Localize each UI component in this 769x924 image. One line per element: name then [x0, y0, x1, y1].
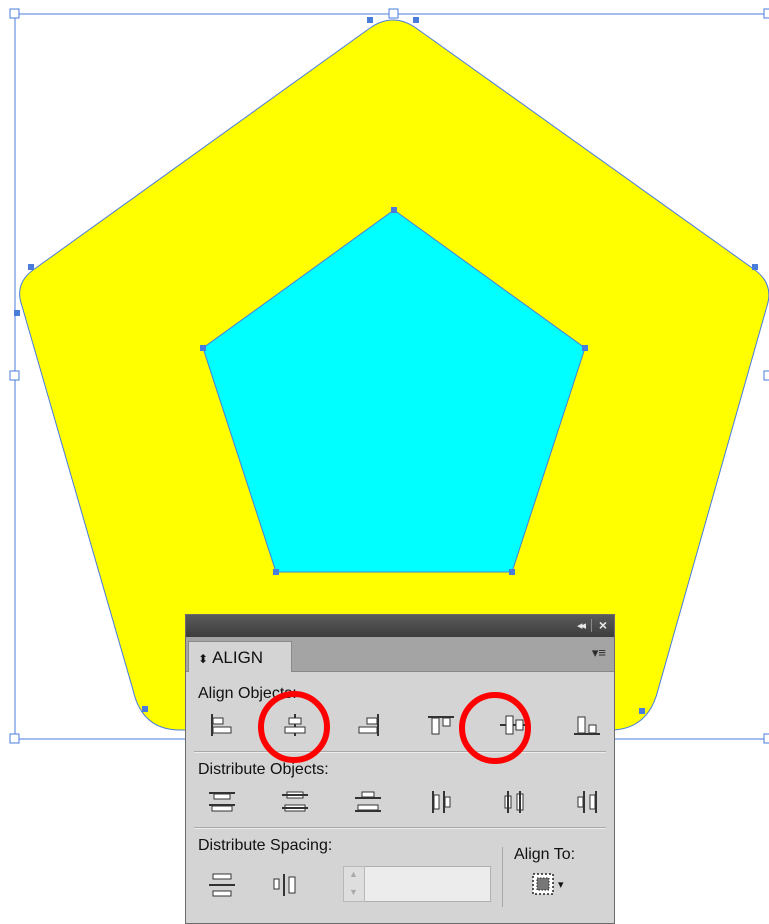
- align-objects-label: Align Objects:: [198, 685, 297, 702]
- tab-align[interactable]: ⬍ ALIGN: [188, 641, 292, 672]
- distribute-horizontal-space-button[interactable]: [266, 868, 306, 902]
- section-divider: [194, 751, 606, 753]
- distribute-left-edges-button[interactable]: [421, 785, 461, 819]
- stepper-up-icon[interactable]: ▲: [349, 869, 358, 879]
- spacing-stepper[interactable]: ▲ ▼: [343, 866, 365, 902]
- distribute-objects-row: [202, 785, 607, 819]
- horizontal-align-right-icon: [358, 714, 379, 736]
- panel-menu-icon[interactable]: ▾≡: [592, 645, 606, 661]
- distribute-horizontal-centers-button[interactable]: [494, 785, 534, 819]
- distribute-bottom-edges-button[interactable]: [348, 785, 388, 819]
- vertical-distribute-top-icon: [209, 792, 235, 812]
- align-top-edges-button[interactable]: [421, 708, 461, 742]
- align-to-separator: [502, 847, 503, 907]
- vertical-align-bottom-icon: [574, 716, 600, 735]
- align-vertical-centers-button[interactable]: [494, 708, 534, 742]
- horizontal-distribute-center-icon: [504, 791, 524, 813]
- distribute-vertical-centers-button[interactable]: [275, 785, 315, 819]
- align-right-edges-button[interactable]: [348, 708, 388, 742]
- panel-titlebar[interactable]: ◂◂ ×: [186, 615, 614, 637]
- spacing-value-input[interactable]: [343, 866, 491, 902]
- vertical-align-center-icon: [500, 715, 528, 735]
- align-objects-row: [202, 708, 607, 742]
- align-bottom-edges-button[interactable]: [567, 708, 607, 742]
- tab-align-label: ALIGN: [212, 648, 264, 667]
- horizontal-distribute-right-icon: [577, 791, 597, 813]
- align-panel: ◂◂ × ⬍ ALIGN ▾≡ Align Objects: Distribut…: [185, 614, 615, 924]
- vertical-align-top-icon: [428, 716, 454, 735]
- align-to-dropdown[interactable]: ▾: [531, 869, 581, 899]
- horizontal-align-left-icon: [211, 714, 232, 736]
- section-divider: [194, 827, 606, 829]
- dropdown-arrow-icon[interactable]: ▾: [558, 878, 564, 891]
- distribute-objects-label: Distribute Objects:: [198, 761, 329, 778]
- titlebar-separator: [591, 619, 592, 632]
- distribute-spacing-label: Distribute Spacing:: [198, 837, 333, 854]
- horizontal-align-center-icon: [284, 714, 306, 736]
- align-left-edges-button[interactable]: [202, 708, 242, 742]
- vertical-distribute-center-icon: [282, 791, 308, 812]
- horizontal-distribute-left-icon: [432, 791, 451, 813]
- distribute-right-edges-button[interactable]: [567, 785, 607, 819]
- tab-expand-arrows-icon[interactable]: ⬍: [198, 652, 208, 666]
- panel-tabbar: ⬍ ALIGN ▾≡: [186, 637, 614, 672]
- stepper-down-icon[interactable]: ▼: [349, 887, 358, 897]
- distribute-top-edges-button[interactable]: [202, 785, 242, 819]
- align-horizontal-centers-button[interactable]: [275, 708, 315, 742]
- align-to-selection-icon: [532, 873, 554, 895]
- vertical-distribute-space-icon: [209, 873, 235, 897]
- close-icon[interactable]: ×: [599, 617, 607, 633]
- horizontal-distribute-space-icon: [273, 874, 296, 896]
- vertical-distribute-bottom-icon: [355, 791, 381, 812]
- collapse-panel-icon[interactable]: ◂◂: [577, 619, 586, 632]
- align-to-label: Align To:: [514, 846, 576, 863]
- distribute-vertical-space-button[interactable]: [202, 868, 242, 902]
